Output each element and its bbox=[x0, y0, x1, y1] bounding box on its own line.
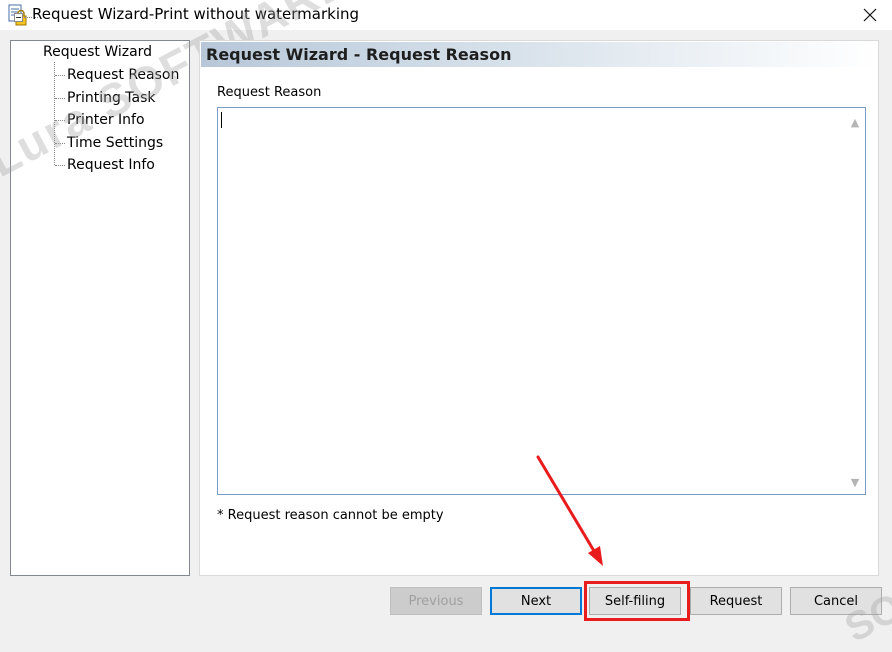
tree-item-printer-info[interactable]: Printer Info bbox=[67, 111, 145, 129]
tree-root-request-wizard[interactable]: Request Wizard bbox=[43, 43, 152, 61]
text-caret bbox=[221, 112, 222, 128]
close-icon bbox=[863, 8, 877, 22]
tree-item-time-settings[interactable]: Time Settings bbox=[67, 134, 163, 152]
tree-connector bbox=[24, 17, 38, 18]
cancel-button[interactable]: Cancel bbox=[790, 587, 882, 615]
request-reason-label: Request Reason bbox=[217, 85, 322, 100]
textarea-scrollbar[interactable] bbox=[845, 108, 865, 494]
scroll-up-icon[interactable]: ▲ bbox=[845, 112, 865, 132]
request-button[interactable]: Request bbox=[690, 587, 782, 615]
validation-note: * Request reason cannot be empty bbox=[217, 508, 444, 523]
tree-connector bbox=[55, 120, 65, 121]
tree-connector bbox=[55, 75, 65, 76]
tree-connector bbox=[55, 143, 65, 144]
tree-item-request-reason[interactable]: Request Reason bbox=[67, 66, 179, 84]
tree-item-printing-task[interactable]: Printing Task bbox=[67, 89, 156, 107]
tree-connector bbox=[55, 165, 65, 166]
previous-button[interactable]: Previous bbox=[390, 587, 482, 615]
tree-collapse-icon[interactable] bbox=[14, 13, 23, 22]
tree-connector bbox=[54, 62, 55, 165]
scroll-down-icon[interactable]: ▼ bbox=[845, 472, 865, 492]
page-title: Request Wizard - Request Reason bbox=[206, 45, 512, 64]
request-reason-textarea[interactable] bbox=[217, 107, 866, 495]
tree-item-request-info[interactable]: Request Info bbox=[67, 156, 155, 174]
close-button[interactable] bbox=[852, 0, 888, 30]
annotation-highlight-box bbox=[584, 581, 690, 621]
window-title: Request Wizard-Print without watermarkin… bbox=[32, 5, 360, 23]
next-button[interactable]: Next bbox=[490, 587, 582, 615]
tree-connector bbox=[55, 98, 65, 99]
